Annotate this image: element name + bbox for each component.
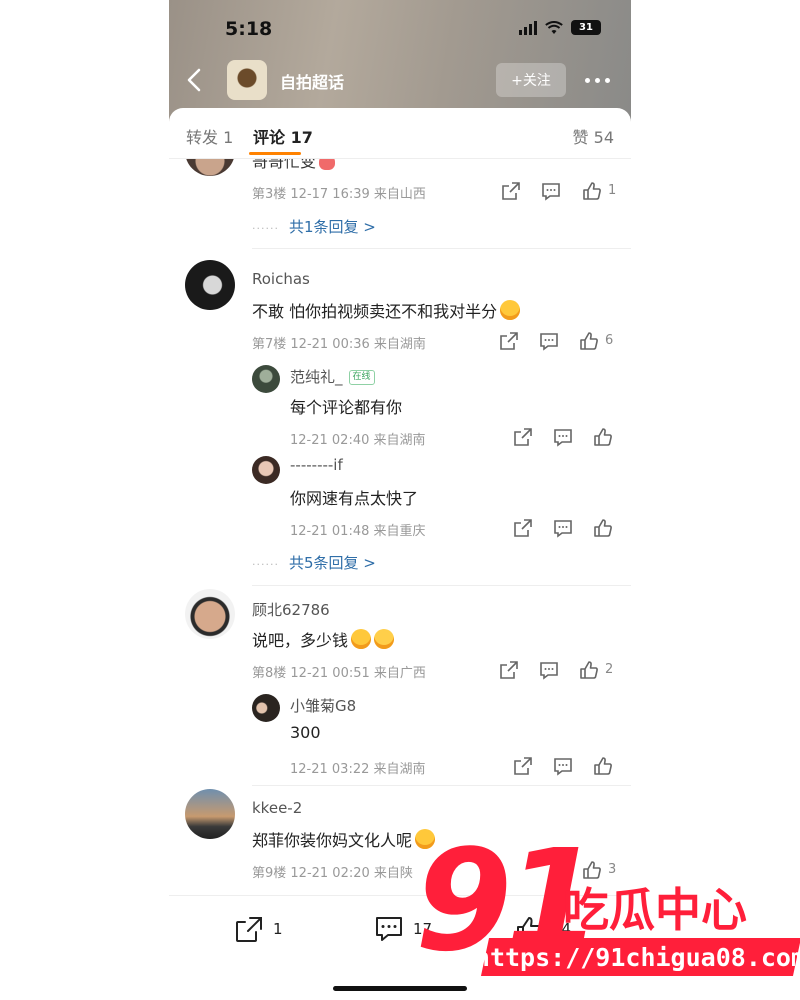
comment-icon xyxy=(376,917,402,941)
header-background: 5:18 31 自拍超话 +关注 xyxy=(169,0,631,125)
like-icon[interactable] xyxy=(578,659,600,681)
share-icon[interactable] xyxy=(512,517,534,539)
laughing-emoji-icon xyxy=(500,300,521,320)
user-name[interactable]: Roichas xyxy=(252,270,310,288)
comment-text: 说吧，多少钱 xyxy=(252,631,349,650)
like-count: 6 xyxy=(605,333,614,348)
user-avatar[interactable] xyxy=(185,589,235,639)
like-icon[interactable] xyxy=(592,426,614,448)
comment-list: 哥哥忙变 第3楼 12-17 16:39 来自山西 1 ······ 共1条回复 … xyxy=(169,159,631,895)
reply-user-name[interactable]: 小雏菊G8 xyxy=(290,695,356,716)
wifi-icon xyxy=(545,20,563,34)
tab-bar: 转发 1 评论 17 赞 54 xyxy=(169,108,631,159)
user-avatar[interactable] xyxy=(185,260,235,310)
tab-forward[interactable]: 转发 1 xyxy=(186,124,233,148)
active-tab-indicator xyxy=(249,152,301,155)
signal-icon xyxy=(519,20,537,35)
comment-text: 不敢 怕你拍视频卖还不和我对半分 xyxy=(252,302,498,321)
laughing-emoji-icon xyxy=(351,629,372,649)
comment-meta: 第7楼 12-21 00:36 来自湖南 xyxy=(252,337,426,352)
watermark-url-banner: https://91chigua08.com xyxy=(475,938,800,976)
forward-icon xyxy=(236,917,262,942)
like-icon[interactable] xyxy=(592,517,614,539)
view-replies-link[interactable]: ······ 共1条回复 > xyxy=(252,216,376,237)
more-icon[interactable] xyxy=(585,78,610,83)
tab-comments[interactable]: 评论 17 xyxy=(253,124,313,148)
dots-divider: ······ xyxy=(252,222,279,235)
status-icons: 31 xyxy=(519,20,601,35)
reply-meta: 12-21 02:40 来自湖南 xyxy=(290,433,426,448)
divider xyxy=(252,248,631,249)
reply-text: 每个评论都有你 xyxy=(290,398,403,417)
like-icon[interactable] xyxy=(578,330,600,352)
comment-text: 哥哥忙变 xyxy=(252,159,317,171)
user-name[interactable]: kkee-2 xyxy=(252,799,302,817)
user-avatar[interactable] xyxy=(185,159,235,176)
view-replies-label[interactable]: 共1条回复 > xyxy=(289,218,376,236)
comment-item: 哥哥忙变 第3楼 12-17 16:39 来自山西 1 ······ 共1条回复 … xyxy=(169,159,631,266)
forward-count: 1 xyxy=(273,920,283,938)
online-badge: 在线 xyxy=(348,370,375,385)
divider xyxy=(252,585,631,586)
nav-bar: 自拍超话 +关注 xyxy=(169,58,631,102)
comment-meta: 第9楼 12-21 02:20 来自陕 xyxy=(252,866,413,881)
like-count: 1 xyxy=(608,183,617,198)
like-count: 2 xyxy=(605,662,614,677)
like-icon[interactable] xyxy=(581,180,603,202)
reply-user-name[interactable]: 范纯礼_ xyxy=(290,368,343,386)
comment-icon[interactable] xyxy=(538,659,560,681)
comment-icon[interactable] xyxy=(552,517,574,539)
dots-divider: ······ xyxy=(252,558,279,571)
comment-meta: 第3楼 12-17 16:39 来自山西 xyxy=(252,187,426,202)
follow-button[interactable]: +关注 xyxy=(496,63,566,97)
group-title[interactable]: 自拍超话 xyxy=(280,69,344,93)
view-replies-label[interactable]: 共5条回复 > xyxy=(289,554,376,572)
share-icon[interactable] xyxy=(512,426,534,448)
reply-text: 300 xyxy=(290,723,321,742)
watermark-logo: 91 吃瓜中心 https://91chigua08.com xyxy=(415,832,800,992)
share-icon[interactable] xyxy=(498,330,520,352)
share-icon[interactable] xyxy=(500,180,522,202)
rolling-laugh-emoji-icon xyxy=(374,629,395,649)
watermark-url: https://91chigua08.com xyxy=(475,942,800,972)
like-icon[interactable] xyxy=(592,755,614,777)
divider xyxy=(252,785,631,786)
forward-button[interactable]: 1 xyxy=(233,914,283,944)
group-avatar[interactable] xyxy=(227,60,267,100)
comment-icon[interactable] xyxy=(552,755,574,777)
reply-avatar[interactable] xyxy=(252,365,280,393)
reply-avatar[interactable] xyxy=(252,694,280,722)
share-icon[interactable] xyxy=(512,755,534,777)
comment-icon[interactable] xyxy=(538,330,560,352)
status-time: 5:18 xyxy=(225,18,273,40)
reply-meta: 12-21 03:22 来自湖南 xyxy=(290,762,426,777)
reply-meta: 12-21 01:48 来自重庆 xyxy=(290,524,426,539)
heart-emoji-icon xyxy=(319,159,336,170)
reply-avatar[interactable] xyxy=(252,456,280,484)
comment-item: 顾北62786 说吧，多少钱 第8楼 12-21 00:51 来自广西 2 小雏… xyxy=(169,589,631,789)
comment-icon[interactable] xyxy=(540,180,562,202)
user-name[interactable]: 顾北62786 xyxy=(252,599,330,620)
reply-text: 你网速有点太快了 xyxy=(290,489,419,508)
comment-text: 郑菲你装你妈文化人呢 xyxy=(252,831,413,850)
watermark-brand-text: 吃瓜中心 xyxy=(563,883,747,937)
reply-user-name[interactable]: --------if xyxy=(290,456,343,474)
battery-icon: 31 xyxy=(571,20,601,35)
back-arrow-icon[interactable] xyxy=(183,67,207,93)
comment-icon[interactable] xyxy=(552,426,574,448)
user-avatar[interactable] xyxy=(185,789,235,839)
tab-likes[interactable]: 赞 54 xyxy=(573,124,614,148)
comment-meta: 第8楼 12-21 00:51 来自广西 xyxy=(252,666,426,681)
view-replies-link[interactable]: ······ 共5条回复 > xyxy=(252,552,376,573)
share-icon[interactable] xyxy=(498,659,520,681)
comment-item: Roichas 不敢 怕你拍视频卖还不和我对半分 第7楼 12-21 00:36… xyxy=(169,260,631,590)
